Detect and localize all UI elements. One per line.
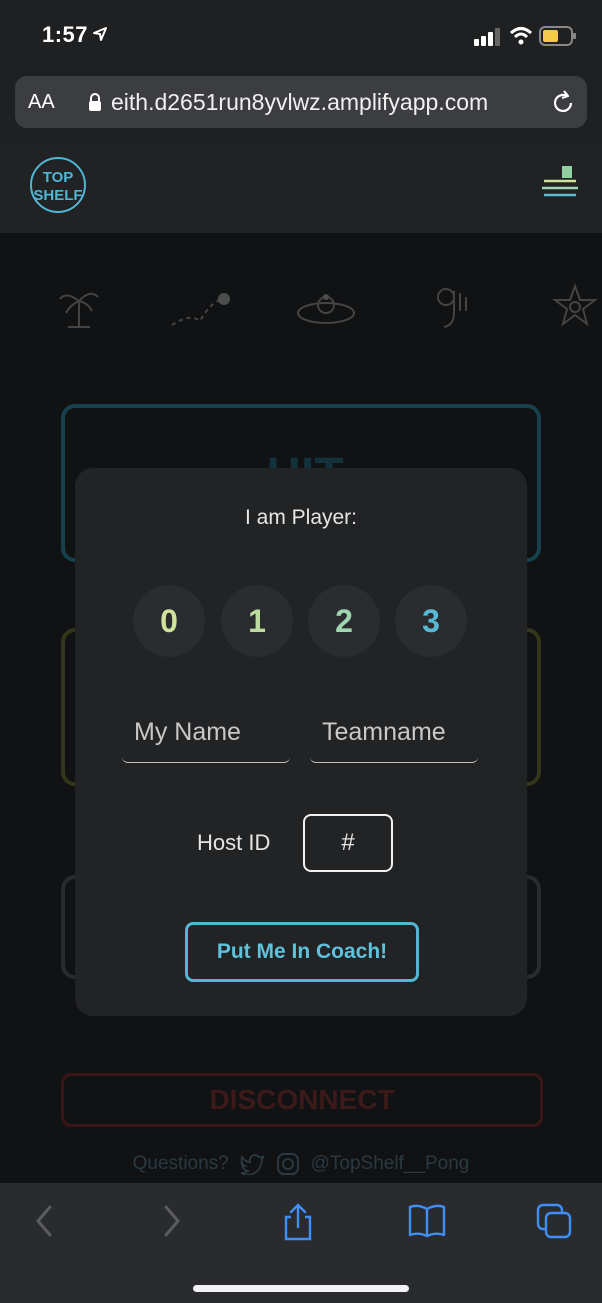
host-id-label: Host ID <box>197 830 271 855</box>
disconnect-button[interactable]: DISCONNECT <box>61 1073 543 1127</box>
host-id-input[interactable]: # <box>303 814 393 872</box>
app-header: TOP SHELF <box>0 143 602 233</box>
home-indicator[interactable] <box>193 1285 409 1292</box>
text-size-button[interactable]: AA <box>28 91 55 114</box>
tabs-icon[interactable] <box>536 1203 572 1239</box>
player-1-button[interactable]: 1 <box>221 585 293 657</box>
url-text[interactable]: eith.d2651run8yvlwz.amplifyapp.com <box>111 89 541 116</box>
back-icon[interactable] <box>32 1203 56 1239</box>
player-3-button[interactable]: 3 <box>395 585 467 657</box>
questions-label: Questions? <box>132 1153 229 1175</box>
svg-text:SHELF: SHELF <box>33 187 82 204</box>
ok-hand-icon <box>437 288 467 328</box>
svg-text:TOP: TOP <box>43 169 74 186</box>
browser-toolbar <box>0 1183 602 1303</box>
join-modal: I am Player: 0 1 2 3 My Name Teamname Ho… <box>75 468 527 1016</box>
status-time: 1:57 <box>42 22 89 47</box>
teamname-placeholder: Teamname <box>322 718 446 746</box>
bookmarks-icon[interactable] <box>408 1203 446 1239</box>
star-icon <box>552 283 598 327</box>
topshelf-logo[interactable]: TOP SHELF <box>28 155 88 215</box>
bounce-shot-icon <box>171 293 230 326</box>
twitter-icon[interactable] <box>240 1153 266 1176</box>
forward-icon[interactable] <box>160 1203 184 1239</box>
teamname-input[interactable]: Teamname <box>310 706 478 763</box>
battery-icon <box>539 26 576 46</box>
player-0-button[interactable]: 0 <box>133 585 205 657</box>
action-icons-row <box>0 283 602 343</box>
player-2-button[interactable]: 2 <box>308 585 380 657</box>
footer-contact: Questions? @TopShelf__Pong <box>0 1153 602 1176</box>
reload-icon[interactable] <box>551 89 575 115</box>
share-icon[interactable] <box>282 1203 314 1241</box>
status-bar: 1:57 <box>0 0 602 72</box>
instagram-icon[interactable] <box>277 1153 300 1175</box>
cellular-signal-icon <box>474 28 500 46</box>
palm-tree-icon <box>59 292 99 328</box>
location-arrow-icon <box>93 27 107 41</box>
submit-button[interactable]: Put Me In Coach! <box>185 922 419 982</box>
name-input[interactable]: My Name <box>122 706 290 763</box>
menu-icon[interactable] <box>540 165 580 197</box>
address-bar[interactable]: AA eith.d2651run8yvlwz.amplifyapp.com <box>15 76 587 128</box>
spin-shot-icon <box>297 294 355 324</box>
wifi-icon <box>509 27 533 45</box>
name-placeholder: My Name <box>134 718 241 746</box>
modal-title: I am Player: <box>244 506 358 529</box>
social-handle[interactable]: @TopShelf__Pong <box>311 1153 470 1174</box>
lock-icon <box>89 93 101 111</box>
